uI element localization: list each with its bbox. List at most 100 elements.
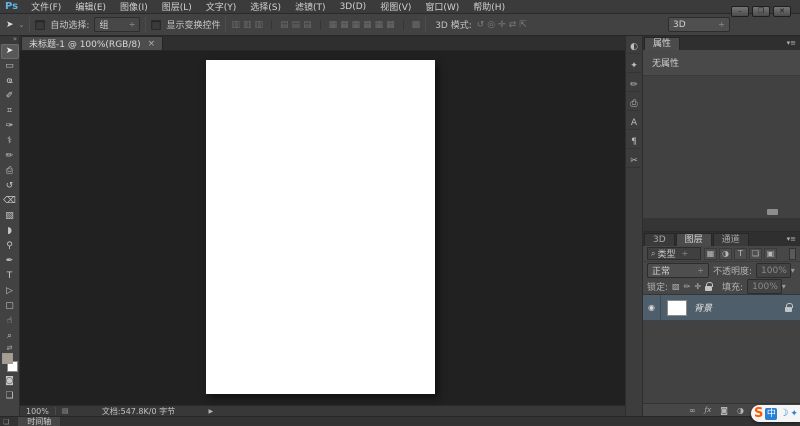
distribute-horizontal-centers-icon[interactable]: ▦ bbox=[375, 20, 384, 30]
menu-window[interactable]: 窗口(W) bbox=[418, 0, 466, 13]
default-swatches-icon[interactable]: ⇄ bbox=[7, 344, 13, 352]
layer-filter-toggle[interactable] bbox=[789, 247, 796, 260]
tab-close-icon[interactable]: × bbox=[148, 39, 156, 49]
quick-mask-button[interactable]: ◙ bbox=[1, 374, 19, 389]
layer-visibility-cell[interactable]: ◉ bbox=[643, 295, 661, 320]
distribute-top-edges-icon[interactable]: ▦ bbox=[319, 19, 337, 30]
tool-preset-caret-icon[interactable]: ⌄ bbox=[19, 21, 25, 29]
3d-rotate-tool-icon[interactable]: ↺ bbox=[477, 20, 485, 30]
foreground-color-swatch[interactable] bbox=[1, 353, 13, 364]
layer-effects-icon[interactable]: ƒx bbox=[705, 406, 712, 414]
menu-view[interactable]: 视图(V) bbox=[373, 0, 418, 13]
character-panel-icon[interactable]: A bbox=[627, 117, 641, 130]
history-brush-tool[interactable]: ↺ bbox=[1, 179, 19, 194]
blend-mode-dropdown[interactable]: 正常 ÷ bbox=[647, 263, 709, 278]
zoom-level-field[interactable]: 100% bbox=[26, 407, 49, 416]
rectangle-tool[interactable]: ▢ bbox=[1, 299, 19, 314]
align-bottom-edges-icon[interactable]: ▤ bbox=[303, 20, 312, 30]
path-selection-tool[interactable]: ▷ bbox=[1, 284, 19, 299]
eyedropper-tool[interactable]: ✑ bbox=[1, 119, 19, 134]
3d-slide-tool-icon[interactable]: ⇄ bbox=[509, 20, 517, 30]
filter-group-layers-icon[interactable]: ❏ bbox=[749, 247, 762, 260]
align-vertical-centers-icon[interactable]: ▤ bbox=[292, 20, 301, 30]
panel-menu-icon[interactable]: ▾≡ bbox=[787, 39, 796, 47]
filter-type-layers-icon[interactable]: T bbox=[734, 247, 747, 260]
distribute-bottom-edges-icon[interactable]: ▦ bbox=[352, 20, 361, 30]
add-layer-mask-icon[interactable]: ◙ bbox=[720, 406, 728, 415]
panel-resize-grabber[interactable] bbox=[767, 209, 778, 215]
menu-file[interactable]: 文件(F) bbox=[24, 0, 68, 13]
panel-menu-icon[interactable]: ▾≡ bbox=[787, 235, 796, 243]
opacity-field[interactable]: 100% ▾ bbox=[756, 263, 795, 278]
layer-row-background[interactable]: ◉ 背景 bbox=[643, 295, 800, 321]
tab-channels[interactable]: 通道 bbox=[712, 233, 749, 246]
tab-layers[interactable]: 图层 bbox=[675, 233, 712, 246]
layer-thumbnail[interactable] bbox=[667, 299, 687, 316]
zoom-tool[interactable]: ⌕ bbox=[1, 329, 19, 344]
menu-select[interactable]: 选择(S) bbox=[243, 0, 288, 13]
distribute-vertical-centers-icon[interactable]: ▦ bbox=[340, 20, 349, 30]
document-canvas[interactable] bbox=[206, 60, 435, 394]
close-button[interactable]: ✕ bbox=[773, 6, 791, 17]
crop-tool[interactable]: ⌗ bbox=[1, 104, 19, 119]
filter-smart-objects-icon[interactable]: ▣ bbox=[764, 247, 777, 260]
timeline-corner-icon[interactable]: ❏ bbox=[3, 418, 9, 426]
sogou-logo-icon[interactable]: S bbox=[754, 406, 763, 421]
filter-pixel-layers-icon[interactable]: ▦ bbox=[704, 247, 717, 260]
workspace-switcher-dropdown[interactable]: 3D ÷ bbox=[668, 17, 730, 32]
screen-mode-button[interactable]: ❏ bbox=[1, 389, 19, 404]
auto-select-checkbox[interactable] bbox=[35, 19, 46, 30]
move-tool[interactable]: ➤ bbox=[0, 44, 19, 59]
filter-adjustment-layers-icon[interactable]: ◑ bbox=[719, 247, 732, 260]
fill-field[interactable]: 100% ▾ bbox=[747, 279, 786, 294]
brush-tool[interactable]: ✏ bbox=[1, 149, 19, 164]
paragraph-panel-icon[interactable]: ¶ bbox=[627, 136, 641, 149]
ime-language-toggle[interactable]: 中 bbox=[765, 407, 778, 420]
3d-roll-tool-icon[interactable]: ◎ bbox=[487, 20, 495, 30]
distribute-right-edges-icon[interactable]: ▦ bbox=[386, 20, 395, 30]
tools-collapse-icon[interactable]: » bbox=[0, 36, 19, 44]
dodge-tool[interactable]: ⚲ bbox=[1, 239, 19, 254]
menu-3d[interactable]: 3D(D) bbox=[333, 2, 374, 12]
hand-tool[interactable]: ☝ bbox=[1, 314, 19, 329]
tab-properties[interactable]: 属性 bbox=[644, 37, 681, 50]
tool-presets-panel-icon[interactable]: ✂ bbox=[627, 155, 641, 168]
menu-filter[interactable]: 滤镜(T) bbox=[288, 0, 333, 13]
menu-help[interactable]: 帮助(H) bbox=[466, 0, 512, 13]
type-tool[interactable]: T bbox=[1, 269, 19, 284]
document-tab[interactable]: 未标题-1 @ 100%(RGB/8) × bbox=[21, 36, 164, 50]
lock-transparent-pixels-icon[interactable]: ▨ bbox=[672, 282, 680, 291]
menu-layer[interactable]: 图层(L) bbox=[155, 0, 199, 13]
lock-all-icon[interactable] bbox=[705, 281, 714, 291]
styles-panel-icon[interactable]: ✦ bbox=[627, 60, 641, 73]
align-right-edges-icon[interactable]: ▥ bbox=[255, 20, 264, 30]
clone-source-panel-icon[interactable]: ⎙ bbox=[627, 98, 641, 111]
blur-tool[interactable]: ◗ bbox=[1, 224, 19, 239]
ime-extra-icon[interactable]: ✦ bbox=[790, 409, 798, 419]
lock-position-icon[interactable]: ✛ bbox=[694, 282, 701, 291]
show-transform-checkbox[interactable] bbox=[151, 19, 162, 30]
restore-button[interactable]: ❒ bbox=[752, 6, 770, 17]
pen-tool[interactable]: ✒ bbox=[1, 254, 19, 269]
lock-image-pixels-icon[interactable]: ✏ bbox=[684, 282, 691, 291]
eraser-tool[interactable]: ⌫ bbox=[1, 194, 19, 209]
3d-drag-tool-icon[interactable]: ✛ bbox=[498, 20, 506, 30]
auto-select-dropdown[interactable]: 组 ÷ bbox=[94, 17, 141, 32]
lasso-tool[interactable]: ҩ bbox=[1, 74, 19, 89]
align-horizontal-centers-icon[interactable]: ▥ bbox=[243, 20, 252, 30]
spot-healing-brush-tool[interactable]: ⚕ bbox=[1, 134, 19, 149]
link-layers-icon[interactable]: ∞ bbox=[689, 406, 696, 415]
menu-image[interactable]: 图像(I) bbox=[113, 0, 155, 13]
distribute-left-edges-icon[interactable]: ▦ bbox=[363, 20, 372, 30]
align-top-edges-icon[interactable]: ▤ bbox=[271, 19, 289, 30]
align-left-edges-icon[interactable]: ▥ bbox=[231, 20, 240, 30]
brush-panel-icon[interactable]: ✏ bbox=[627, 79, 641, 92]
menu-edit[interactable]: 编辑(E) bbox=[68, 0, 113, 13]
layer-filter-dropdown[interactable]: ⌕ 类型 ÷ bbox=[647, 247, 701, 260]
new-adjustment-layer-icon[interactable]: ◑ bbox=[737, 406, 744, 415]
clone-stamp-tool[interactable]: ⎙ bbox=[1, 164, 19, 179]
ime-fullhalf-moon-icon[interactable]: ☽ bbox=[779, 408, 788, 419]
auto-align-layers-icon[interactable]: ▩ bbox=[402, 19, 420, 30]
menu-type[interactable]: 文字(Y) bbox=[199, 0, 244, 13]
gradient-tool[interactable]: ▧ bbox=[1, 209, 19, 224]
